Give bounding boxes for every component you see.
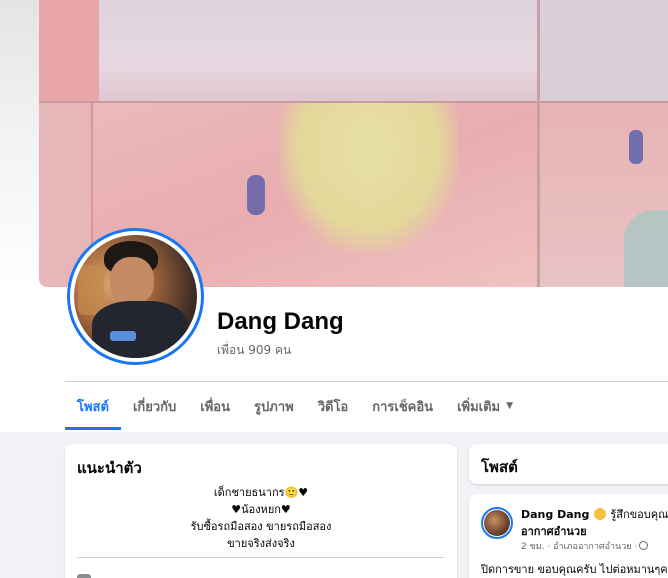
intro-title: แนะนำตัว — [77, 459, 142, 477]
posts-title: โพสต์ — [481, 458, 518, 476]
post-timestamp[interactable]: 2 ชม. · อำเภออากาศอำนวย · — [521, 542, 637, 552]
post-feeling: รู้สึกขอบคุณกับ — [610, 508, 668, 521]
post-card: Dang Dang รู้สึกขอบคุณกับ อากาศอำนวย 2 ช… — [469, 494, 668, 578]
bio-line: รับซื้อรถมือสอง ขายรถมือสอง — [190, 520, 332, 533]
header-left-margin — [0, 0, 40, 290]
intro-divider — [77, 557, 444, 558]
tab-videos[interactable]: วิดีโอ — [306, 382, 361, 430]
post-author-avatar[interactable] — [481, 507, 513, 539]
tab-about[interactable]: เกี่ยวกับ — [121, 382, 188, 430]
posts-header-card: โพสต์ — [469, 444, 668, 484]
avatar-photo — [74, 235, 197, 358]
profile-name: Dang Dang — [217, 308, 344, 335]
profile-avatar[interactable] — [67, 228, 204, 365]
bio-line: เด็กชายธนากร🙂♥ — [213, 486, 309, 499]
intro-card: แนะนำตัว เด็กชายธนากร🙂♥ ♥น้องหยก♥ รับซื้… — [65, 444, 457, 578]
friends-count-link[interactable]: เพื่อน 909 คน — [217, 341, 291, 360]
bio-text: เด็กชายธนากร🙂♥ ♥น้องหยก♥ รับซื้อรถมือสอง… — [65, 484, 457, 552]
tab-checkins[interactable]: การเช็คอิน — [360, 382, 445, 430]
post-text: ปิดการขาย ขอบคุณครับ ไปต่อหมานๆค — [481, 563, 668, 576]
post-place-link[interactable]: อากาศอำนวย — [521, 522, 587, 540]
tab-posts[interactable]: โพสต์ — [65, 382, 121, 430]
bio-line: ♥น้องหยก♥ — [231, 503, 291, 516]
globe-icon — [639, 541, 649, 550]
post-header: Dang Dang รู้สึกขอบคุณกับ — [521, 507, 668, 522]
info-row-icon — [77, 574, 91, 578]
tab-friends[interactable]: เพื่อน — [188, 382, 242, 430]
grinning-face-icon — [593, 508, 606, 520]
chevron-down-icon: ▼ — [506, 401, 514, 411]
profile-tabs: โพสต์ เกี่ยวกับ เพื่อน รูปภาพ วิดีโอ การ… — [65, 382, 525, 430]
tab-photos[interactable]: รูปภาพ — [242, 382, 306, 430]
tab-more[interactable]: เพิ่มเติม ▼ — [445, 382, 525, 430]
post-author-link[interactable]: Dang Dang — [521, 508, 589, 521]
post-meta: 2 ชม. · อำเภออากาศอำนวย · — [521, 539, 649, 553]
bio-line: ขายจริงส่งจริง — [227, 537, 295, 550]
